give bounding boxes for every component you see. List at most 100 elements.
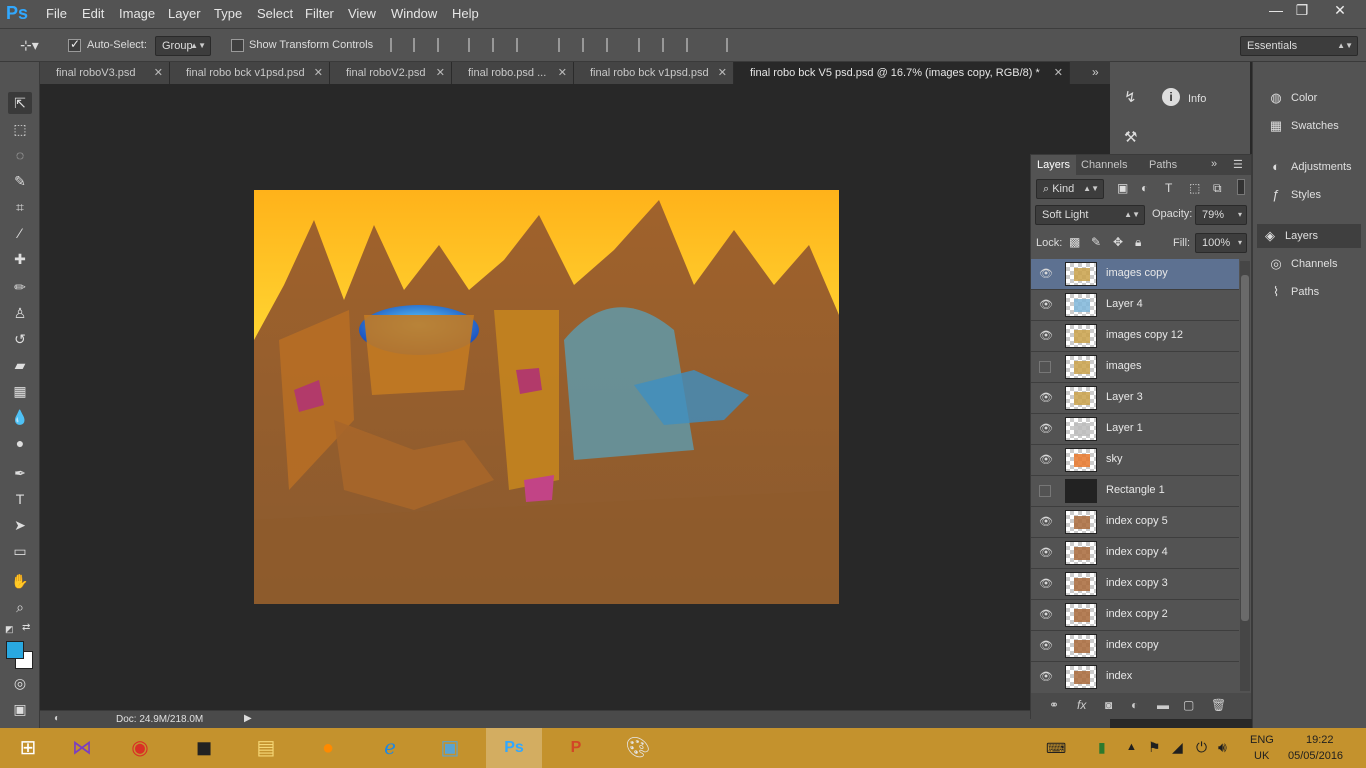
chrome-icon[interactable]: ◉ bbox=[112, 728, 168, 768]
dock-swatches[interactable]: ▦ Swatches bbox=[1263, 114, 1363, 138]
filter-pixel-icon[interactable]: ▣ bbox=[1117, 181, 1128, 195]
visibility-eye-icon[interactable]: 👁︎ bbox=[1039, 454, 1053, 466]
align-vcenter-icon[interactable] bbox=[413, 38, 427, 52]
brush-tool-icon[interactable]: ✏ bbox=[8, 276, 32, 298]
menu-layer[interactable]: Layer bbox=[168, 6, 201, 21]
dock-adjustments[interactable]: ◐ Adjustments bbox=[1263, 155, 1363, 179]
layer-row[interactable]: 👁︎ index copy bbox=[1031, 631, 1239, 662]
distribute-top-icon[interactable] bbox=[558, 38, 572, 52]
dock-paths[interactable]: ⌇ Paths bbox=[1263, 280, 1363, 304]
close-tab-icon[interactable]: ✕ bbox=[436, 62, 445, 84]
panel-menu-icon[interactable]: ☰ bbox=[1233, 158, 1243, 171]
align-left-icon[interactable] bbox=[468, 38, 482, 52]
doc-tab-1[interactable]: final roboV3.psd ✕ bbox=[40, 62, 170, 84]
filter-toggle[interactable] bbox=[1237, 179, 1245, 195]
rectangle-tool-icon[interactable]: ▭ bbox=[8, 540, 32, 562]
layer-row[interactable]: 👁︎ sky bbox=[1031, 445, 1239, 476]
opacity-input[interactable]: 79% ▾ bbox=[1195, 205, 1247, 225]
panel-collapse-icon[interactable]: » bbox=[1211, 158, 1217, 170]
swap-colors-icon[interactable]: ⇄ bbox=[22, 622, 30, 633]
maximize-button[interactable]: ❐ bbox=[1284, 0, 1320, 20]
menu-select[interactable]: Select bbox=[257, 6, 293, 21]
lasso-tool-icon[interactable]: ◌ bbox=[8, 144, 32, 166]
language-indicator[interactable]: ENG bbox=[1250, 734, 1274, 746]
status-expand-icon[interactable]: ▶ bbox=[244, 713, 252, 724]
menu-type[interactable]: Type bbox=[214, 6, 242, 21]
layer-row[interactable]: 👁︎ Layer 4 bbox=[1031, 290, 1239, 321]
scrollbar-thumb[interactable] bbox=[1241, 275, 1249, 621]
visibility-toggle[interactable] bbox=[1039, 485, 1051, 497]
lock-all-icon[interactable]: 🔒︎ bbox=[1135, 235, 1141, 250]
layer-row[interactable]: 👁︎ Layer 3 bbox=[1031, 383, 1239, 414]
dock-color[interactable]: ◍ Color bbox=[1263, 86, 1363, 110]
gradient-tool-icon[interactable]: ▦ bbox=[8, 380, 32, 402]
workspace-dropdown[interactable]: Essentials ▲▼ bbox=[1240, 36, 1358, 56]
layer-row[interactable]: 👁︎ index bbox=[1031, 662, 1239, 689]
layer-row[interactable]: 👁︎ Layer 1 bbox=[1031, 414, 1239, 445]
screen-mode-icon[interactable]: ▣ bbox=[8, 698, 32, 720]
distribute-bottom-icon[interactable] bbox=[606, 38, 620, 52]
layer-row[interactable]: Rectangle 1 bbox=[1031, 476, 1239, 507]
healing-brush-tool-icon[interactable]: ✚ bbox=[8, 248, 32, 270]
doc-tab-4[interactable]: final robo.psd ... ✕ bbox=[452, 62, 574, 84]
new-group-icon[interactable]: ▬ bbox=[1157, 698, 1169, 712]
photoshop-taskbar-icon[interactable]: Ps bbox=[486, 728, 542, 768]
default-colors-icon[interactable]: ◩ bbox=[5, 624, 14, 635]
close-tab-icon[interactable]: ✕ bbox=[718, 62, 727, 84]
clock-date[interactable]: 05/05/2016 bbox=[1288, 750, 1343, 762]
show-transform-checkbox[interactable] bbox=[231, 39, 244, 52]
lock-image-icon[interactable]: ✎ bbox=[1091, 235, 1101, 249]
distribute-vcenter-icon[interactable] bbox=[582, 38, 596, 52]
blur-tool-icon[interactable]: 💧 bbox=[8, 406, 32, 428]
align-hcenter-icon[interactable] bbox=[492, 38, 506, 52]
tray-expand-icon[interactable]: ▲ bbox=[1126, 741, 1137, 753]
filter-type-icon[interactable]: T bbox=[1165, 181, 1172, 195]
visibility-eye-icon[interactable]: 👁︎ bbox=[1039, 516, 1053, 528]
visibility-eye-icon[interactable]: 👁︎ bbox=[1039, 640, 1053, 652]
visibility-eye-icon[interactable]: 👁︎ bbox=[1039, 330, 1053, 342]
close-window-button[interactable]: ✕ bbox=[1320, 0, 1360, 20]
new-adjustment-icon[interactable]: ◐ bbox=[1131, 698, 1138, 712]
distribute-right-icon[interactable] bbox=[686, 38, 700, 52]
file-explorer-icon[interactable]: ▤ bbox=[238, 728, 294, 768]
visual-studio-icon[interactable]: ⋈ bbox=[54, 728, 110, 768]
document-canvas[interactable] bbox=[254, 190, 839, 604]
network-icon[interactable]: ◢ bbox=[1172, 739, 1183, 756]
power-icon[interactable]: ⏻ bbox=[1196, 739, 1207, 756]
visibility-eye-icon[interactable]: 👁︎ bbox=[1039, 423, 1053, 435]
start-button-icon[interactable]: ⊞ bbox=[0, 728, 56, 768]
menu-file[interactable]: File bbox=[46, 6, 67, 21]
menu-filter[interactable]: Filter bbox=[305, 6, 334, 21]
delete-layer-icon[interactable]: 🗑︎ bbox=[1211, 698, 1226, 712]
move-tool-preset-icon[interactable]: ⊹▾ bbox=[20, 37, 39, 54]
visibility-eye-icon[interactable]: 👁︎ bbox=[1039, 392, 1053, 404]
path-select-tool-icon[interactable]: ➤ bbox=[8, 514, 32, 536]
history-brush-tool-icon[interactable]: ↺ bbox=[8, 328, 32, 350]
tab-channels[interactable]: Channels bbox=[1075, 155, 1133, 175]
layer-row[interactable]: 👁︎ images copy bbox=[1031, 259, 1239, 290]
battery-icon[interactable]: ▮ bbox=[1098, 739, 1106, 756]
close-tab-icon[interactable]: ✕ bbox=[154, 62, 163, 84]
dock-channels[interactable]: ◎ Channels bbox=[1263, 252, 1363, 276]
quick-mask-icon[interactable]: ◎ bbox=[8, 672, 32, 694]
info-panel-label[interactable]: Info bbox=[1188, 93, 1206, 105]
menu-image[interactable]: Image bbox=[119, 6, 155, 21]
tab-overflow-icon[interactable]: » bbox=[1092, 65, 1099, 79]
blend-mode-dropdown[interactable]: Soft Light ▲▼ bbox=[1035, 205, 1145, 225]
menu-help[interactable]: Help bbox=[452, 6, 479, 21]
new-layer-icon[interactable]: ▢ bbox=[1183, 698, 1194, 712]
close-tab-icon[interactable]: ✕ bbox=[558, 62, 567, 84]
doc-tab-2[interactable]: final robo bck v1psd.psd ✕ bbox=[170, 62, 330, 84]
menu-edit[interactable]: Edit bbox=[82, 6, 104, 21]
eyedropper-tool-icon[interactable]: ⁄ bbox=[8, 222, 32, 244]
powerpoint-icon[interactable]: P bbox=[548, 728, 604, 768]
align-top-icon[interactable] bbox=[390, 38, 404, 52]
tab-paths[interactable]: Paths bbox=[1143, 155, 1183, 175]
visibility-eye-icon[interactable]: 👁︎ bbox=[1039, 671, 1053, 683]
quick-select-tool-icon[interactable]: ✎ bbox=[8, 170, 32, 192]
layer-row[interactable]: 👁︎ index copy 4 bbox=[1031, 538, 1239, 569]
doc-tab-5[interactable]: final robo bck v1psd.psd ✕ bbox=[574, 62, 734, 84]
link-layers-icon[interactable]: ⚭ bbox=[1049, 698, 1059, 712]
align-right-icon[interactable] bbox=[516, 38, 530, 52]
internet-explorer-icon[interactable]: ℯ bbox=[362, 728, 418, 768]
